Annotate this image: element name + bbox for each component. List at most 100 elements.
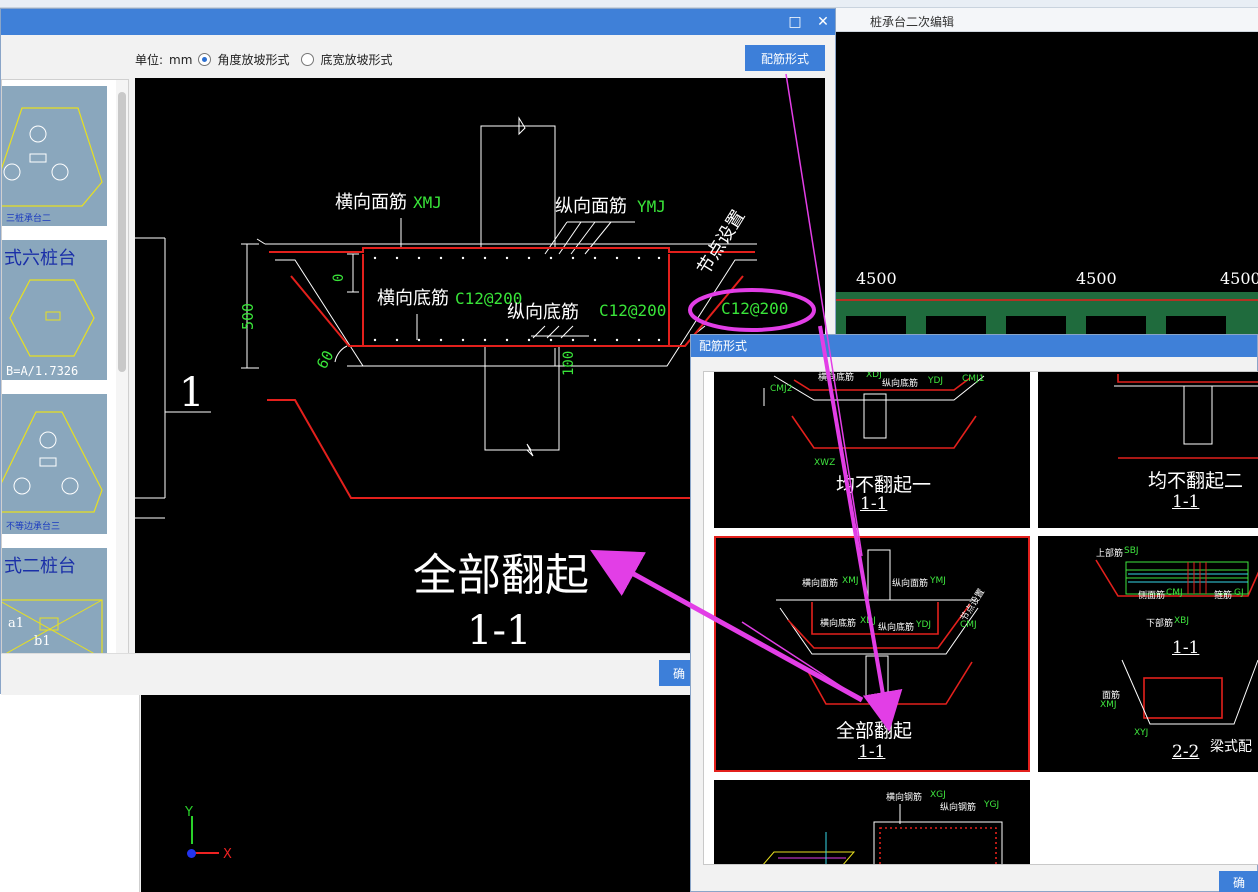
tab-cap-secondary-edit[interactable]: 桩承台二次编辑 bbox=[870, 13, 954, 30]
dim-label-2: 4500 bbox=[1076, 269, 1117, 288]
code-side: C12@200 bbox=[721, 299, 788, 318]
opt1-section: 1-1 bbox=[860, 494, 888, 514]
thumbnail-caption: 不等边承台三 bbox=[6, 522, 61, 532]
option-all-bend[interactable]: 横向面筋 XMJ 纵向面筋 YMJ 节点设置 横向底筋 XDJ 纵向底筋 YDJ… bbox=[714, 536, 1030, 772]
opt3-code-xdj: XDJ bbox=[860, 616, 876, 626]
opt4-title: 梁式配 bbox=[1210, 739, 1252, 755]
thumbnail-drawing bbox=[2, 107, 103, 207]
axis-y-label: Y bbox=[185, 805, 193, 820]
app-top-bar bbox=[0, 0, 1258, 8]
section-number: 1 bbox=[179, 370, 204, 416]
radio-width-slope[interactable] bbox=[301, 53, 315, 66]
opt3-label-ydj: 纵向底筋 bbox=[878, 623, 915, 633]
app-tab-strip: 桩承台二次编辑 bbox=[836, 8, 1258, 32]
code-xmj: XMJ bbox=[413, 193, 442, 212]
opt4-code-sbj: SBJ bbox=[1124, 546, 1139, 556]
dim-100: 100 bbox=[561, 351, 577, 376]
thumbnail-formula: B=A/1.7326 bbox=[6, 364, 79, 378]
thumbnail-six-pile-cap[interactable]: 式六桩台 B=A/1.7326 bbox=[2, 240, 107, 380]
rebar-form-options-list[interactable]: 横向底筋 XDJ 纵向底筋 YDJ CMJ1 CMJ2 XWZ 均不翻起一 1-… bbox=[703, 371, 1258, 865]
background-lower-viewport[interactable]: Y X bbox=[141, 694, 691, 892]
dim-label-1: 4500 bbox=[856, 269, 897, 288]
opt4-code-cmj: CMJ bbox=[1166, 588, 1183, 598]
pile-cap-thumbnail-list[interactable]: 三桩承台二 式六桩台 B=A/1.7326 不等边承台三 式二桩台 a1 b1 bbox=[1, 79, 129, 661]
opt2-title: 均不翻起二 bbox=[1148, 470, 1244, 492]
maximize-icon[interactable]: □ bbox=[785, 12, 805, 32]
code-ydj: C12@200 bbox=[599, 301, 666, 320]
option-drawing bbox=[763, 804, 1003, 864]
opt4-section-2: 2-2 bbox=[1172, 742, 1200, 762]
opt5-label-ygj: 纵向钢筋 bbox=[940, 803, 977, 813]
code-ymj: YMJ bbox=[637, 197, 666, 216]
option-no-bend-1[interactable]: 横向底筋 XDJ 纵向底筋 YDJ CMJ1 CMJ2 XWZ 均不翻起一 1-… bbox=[714, 371, 1030, 528]
label-ymj: 纵向面筋 bbox=[555, 196, 627, 217]
dim-500: 500 bbox=[239, 303, 257, 330]
opt4-code-mmj: XMJ bbox=[1100, 700, 1117, 710]
axis-y-arrow-icon bbox=[191, 816, 193, 844]
label-node: 节点设置 bbox=[693, 206, 749, 278]
dialog-title-bar[interactable]: □ ✕ bbox=[1, 9, 835, 35]
opt4-label-gj: 箍筋 bbox=[1214, 591, 1233, 601]
opt1-xwz: XWZ bbox=[814, 458, 836, 468]
opt1-cmj2: CMJ2 bbox=[770, 384, 793, 394]
thumbnail-title: 式二桩台 bbox=[4, 556, 76, 577]
dim-0: 0 bbox=[331, 274, 347, 282]
opt4-section-1: 1-1 bbox=[1172, 638, 1200, 658]
label-ydj: 纵向底筋 bbox=[507, 302, 579, 323]
sub-confirm-button[interactable]: 确 bbox=[1219, 871, 1258, 892]
opt3-label-xdj: 横向底筋 bbox=[820, 619, 857, 629]
dim-label-3: 4500 bbox=[1220, 269, 1258, 288]
option-no-bend-2[interactable]: 均不翻起二 1-1 bbox=[1038, 372, 1258, 528]
thumbnail-a1-label: a1 bbox=[8, 616, 25, 631]
opt3-code-xmj: XMJ bbox=[842, 576, 859, 586]
thumbnail-unequal-cap[interactable]: 不等边承台三 bbox=[2, 394, 107, 534]
opt2-section: 1-1 bbox=[1172, 492, 1200, 512]
thumbnail-b1-label: b1 bbox=[34, 634, 51, 649]
preview-title: 全部翻起 bbox=[413, 550, 589, 601]
option-bidirectional[interactable]: 横向钢筋 XGJ 纵向钢筋 YGJ bbox=[714, 780, 1030, 864]
opt3-code-ydj: YDJ bbox=[916, 620, 932, 630]
unit-value: mm bbox=[169, 52, 193, 67]
opt1-code-ydj: YDJ bbox=[928, 376, 944, 386]
opt3-label-xmj: 横向面筋 bbox=[802, 579, 839, 589]
opt4-code-xbj: XBJ bbox=[1174, 616, 1189, 626]
unit-options-row: 单位: mm 角度放坡形式 底宽放坡形式 bbox=[135, 51, 392, 68]
rebar-form-button[interactable]: 配筋形式 bbox=[745, 45, 825, 71]
opt1-label-xdj: 横向底筋 bbox=[818, 373, 855, 383]
opt5-label-xgj: 横向钢筋 bbox=[886, 793, 923, 803]
opt5-code-ygj: YGJ bbox=[984, 800, 1000, 810]
thumbnail-two-pile-cap[interactable]: 式二桩台 a1 b1 bbox=[2, 548, 107, 660]
opt4-label-xbj: 下部筋 bbox=[1146, 619, 1174, 629]
background-cad-viewport[interactable]: 4500 4500 4500 bbox=[836, 32, 1258, 338]
thumbnail-three-pile-cap[interactable]: 三桩承台二 bbox=[2, 86, 107, 226]
opt1-code-xdj: XDJ bbox=[866, 371, 882, 380]
opt3-section: 1-1 bbox=[858, 742, 886, 762]
opt3-code-ymj: YMJ bbox=[930, 576, 946, 586]
radio-angle-slope[interactable] bbox=[198, 53, 212, 66]
option-beam-style[interactable]: 上部筋 SBJ 侧面筋 CMJ 箍筋 GJ 下部筋 XBJ 1-1 面筋 XMJ… bbox=[1038, 536, 1258, 772]
opt3-label-ymj: 纵向面筋 bbox=[892, 579, 929, 589]
axis-x-label: X bbox=[223, 847, 232, 862]
angle-60: 60 bbox=[313, 347, 338, 372]
opt1-label-ydj: 纵向底筋 bbox=[882, 379, 919, 389]
rebar-form-dialog: 配筋形式 横向底筋 XDJ 纵向底筋 YDJ CMJ1 CMJ2 XWZ 均不翻… bbox=[690, 334, 1258, 892]
opt4-xyj: XYJ bbox=[1134, 728, 1149, 738]
radio-angle-slope-label[interactable]: 角度放坡形式 bbox=[217, 51, 289, 68]
radio-width-slope-label[interactable]: 底宽放坡形式 bbox=[320, 51, 392, 68]
opt3-title: 全部翻起 bbox=[836, 720, 913, 742]
opt3-cmj: CMJ bbox=[960, 620, 977, 630]
label-xmj: 横向面筋 bbox=[335, 192, 407, 213]
background-side-panel bbox=[0, 694, 140, 892]
axis-origin-icon bbox=[187, 849, 196, 858]
close-icon[interactable]: ✕ bbox=[813, 12, 833, 32]
preview-section: 1-1 bbox=[467, 608, 531, 653]
opt1-cmj1: CMJ1 bbox=[962, 374, 985, 384]
option-drawing bbox=[1114, 374, 1258, 459]
opt5-code-xgj: XGJ bbox=[930, 790, 946, 800]
rebar-form-title[interactable]: 配筋形式 bbox=[691, 335, 1257, 357]
opt4-label-cmj: 侧面筋 bbox=[1138, 591, 1166, 601]
thumbnail-scrollbar[interactable] bbox=[116, 80, 128, 660]
opt4-label-sbj: 上部筋 bbox=[1096, 549, 1124, 559]
thumbnail-drawing bbox=[2, 411, 103, 513]
thumbnail-scroll-thumb[interactable] bbox=[118, 92, 126, 372]
